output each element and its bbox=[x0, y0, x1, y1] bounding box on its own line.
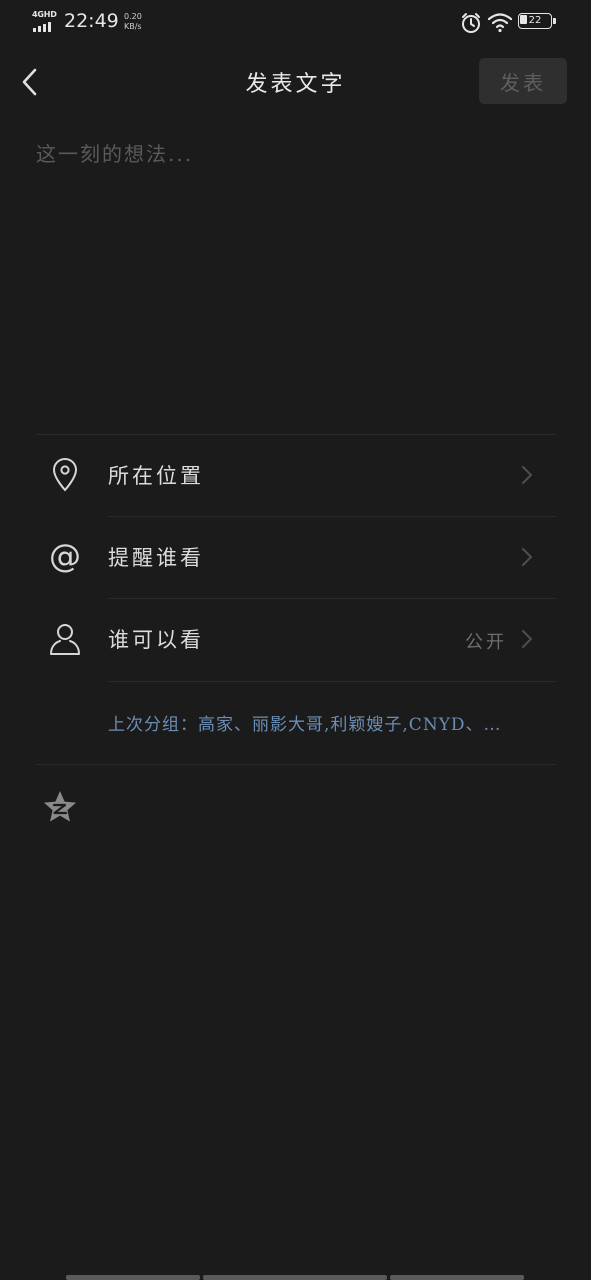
network-speed: 0.20 KB/s bbox=[124, 12, 142, 32]
last-group-link[interactable]: 上次分组：高家、丽影大哥,利颖嫂子,CNYD、… bbox=[108, 710, 558, 735]
location-label: 所在位置 bbox=[108, 464, 204, 488]
divider bbox=[36, 764, 556, 765]
publish-button[interactable]: 发表 bbox=[479, 58, 567, 104]
signal-icon: 4GHD bbox=[32, 10, 58, 34]
chevron-right-icon bbox=[522, 466, 532, 484]
qzone-star-icon[interactable] bbox=[42, 790, 78, 824]
status-bar: 4GHD 22:49 0.20 KB/s 22 bbox=[0, 0, 591, 44]
alarm-icon bbox=[462, 13, 480, 33]
chevron-right-icon bbox=[522, 548, 532, 566]
speed-unit: KB/s bbox=[124, 22, 142, 31]
battery-level: 22 bbox=[528, 15, 542, 26]
network-type: 4GHD bbox=[32, 10, 57, 19]
location-row[interactable]: 所在位置 bbox=[0, 434, 591, 516]
visibility-label: 谁可以看 bbox=[108, 628, 204, 652]
remind-label: 提醒谁看 bbox=[108, 546, 204, 570]
svg-text:@: @ bbox=[49, 538, 81, 575]
gesture-bar bbox=[66, 1275, 526, 1280]
post-text-input[interactable] bbox=[36, 132, 556, 428]
last-group-names: 高家、丽影大哥,利颖嫂子,CNYD、… bbox=[198, 715, 502, 735]
divider bbox=[108, 681, 556, 682]
wifi-icon bbox=[487, 13, 513, 33]
remind-row[interactable]: @ 提醒谁看 bbox=[0, 516, 591, 598]
location-pin-icon bbox=[52, 458, 78, 492]
header: 发表文字 发表 bbox=[0, 52, 591, 112]
at-icon: @ bbox=[49, 538, 81, 575]
visibility-value: 公开 bbox=[465, 632, 507, 653]
clock: 22:49 bbox=[64, 10, 119, 32]
chevron-right-icon bbox=[522, 630, 532, 648]
last-group-label: 上次分组： bbox=[108, 715, 198, 735]
battery-icon: 22 bbox=[518, 13, 558, 31]
person-icon bbox=[50, 624, 80, 655]
visibility-row[interactable]: 谁可以看 公开 bbox=[0, 598, 591, 680]
speed-value: 0.20 bbox=[124, 12, 142, 21]
